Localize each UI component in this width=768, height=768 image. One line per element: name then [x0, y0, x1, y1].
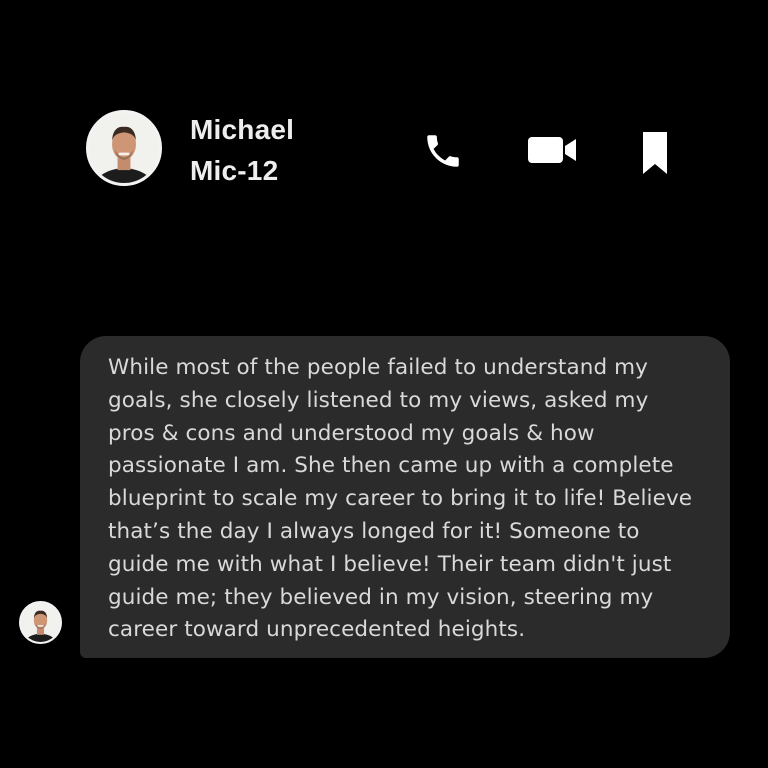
video-camera-icon	[528, 137, 576, 163]
sender-avatar[interactable]	[19, 601, 62, 644]
bookmark-icon	[643, 132, 667, 174]
avatar-icon	[89, 113, 159, 183]
message-bubble[interactable]: While most of the people failed to under…	[80, 336, 730, 658]
message-text: While most of the people failed to under…	[108, 355, 693, 643]
phone-icon	[427, 135, 459, 167]
contact-handle: Mic-12	[190, 155, 279, 186]
call-button[interactable]	[420, 128, 466, 174]
avatar-icon	[21, 603, 60, 642]
video-call-button[interactable]	[524, 130, 580, 170]
bookmark-button[interactable]	[638, 128, 672, 178]
chat-header: Michael Mic-12	[0, 0, 768, 300]
contact-avatar[interactable]	[86, 110, 162, 186]
contact-name: Michael	[190, 114, 295, 145]
